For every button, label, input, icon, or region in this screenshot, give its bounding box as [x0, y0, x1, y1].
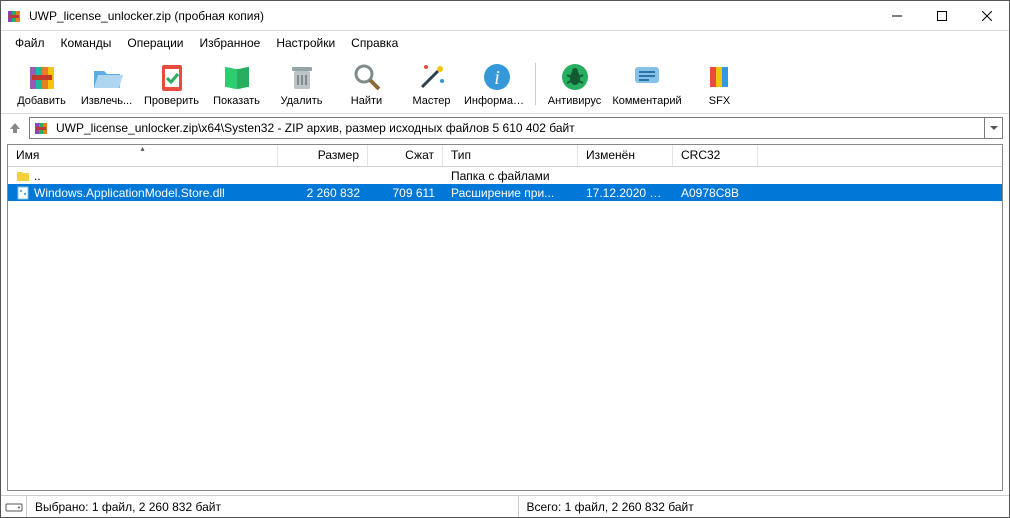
- menu-file[interactable]: Файл: [7, 33, 53, 53]
- status-total: Всего: 1 файл, 2 260 832 байт: [519, 496, 1010, 517]
- parent-folder-row[interactable]: .. Папка с файлами: [8, 167, 1002, 184]
- view-button[interactable]: Показать: [204, 59, 269, 109]
- delete-label: Удалить: [281, 95, 323, 107]
- toolbar-separator: [535, 63, 536, 105]
- add-button[interactable]: Добавить: [9, 59, 74, 109]
- archive-icon: [34, 120, 50, 136]
- info-label: Информация: [464, 95, 529, 107]
- folder-open-icon: [91, 61, 123, 93]
- path-input[interactable]: [54, 120, 980, 136]
- comment-icon: [631, 61, 663, 93]
- extract-button[interactable]: Извлечь...: [74, 59, 139, 109]
- window-controls: [874, 1, 1009, 30]
- minimize-button[interactable]: [874, 1, 919, 30]
- close-button[interactable]: [964, 1, 1009, 30]
- sfx-button[interactable]: SFX: [687, 59, 752, 109]
- books-icon: [26, 61, 58, 93]
- up-button[interactable]: [7, 120, 23, 136]
- wand-icon: [416, 61, 448, 93]
- listview-body: .. Папка с файлами Windows.ApplicationMo…: [8, 167, 1002, 490]
- test-label: Проверить: [144, 95, 199, 107]
- bug-icon: [559, 61, 591, 93]
- file-modified: 17.12.2020 20:08: [578, 186, 673, 200]
- extract-label: Извлечь...: [81, 95, 132, 107]
- clipboard-check-icon: [156, 61, 188, 93]
- col-crc[interactable]: CRC32: [673, 145, 758, 166]
- menubar: Файл Команды Операции Избранное Настройк…: [1, 31, 1009, 55]
- file-packed: 709 611: [368, 186, 443, 200]
- parent-folder-type: Папка с файлами: [443, 169, 578, 183]
- menu-help[interactable]: Справка: [343, 33, 406, 53]
- info-icon: i: [481, 61, 513, 93]
- search-icon: [351, 61, 383, 93]
- menu-settings[interactable]: Настройки: [268, 33, 343, 53]
- book-open-icon: [221, 61, 253, 93]
- info-button[interactable]: i Информация: [464, 59, 529, 109]
- col-packed[interactable]: Сжат: [368, 145, 443, 166]
- window-title: UWP_license_unlocker.zip (пробная копия): [29, 9, 874, 23]
- maximize-button[interactable]: [919, 1, 964, 30]
- status-drive-icon[interactable]: [1, 496, 27, 517]
- wizard-label: Мастер: [412, 95, 450, 107]
- menu-commands[interactable]: Команды: [53, 33, 120, 53]
- titlebar: UWP_license_unlocker.zip (пробная копия): [1, 1, 1009, 31]
- toolbar: Добавить Извлечь... Проверить Показать У…: [1, 55, 1009, 114]
- sfx-label: SFX: [709, 95, 730, 107]
- col-type[interactable]: Тип: [443, 145, 578, 166]
- find-label: Найти: [351, 95, 382, 107]
- file-type: Расширение при...: [443, 186, 578, 200]
- dll-file-icon: [16, 186, 30, 200]
- file-crc: A0978C8B: [673, 186, 758, 200]
- app-window: UWP_license_unlocker.zip (пробная копия)…: [0, 0, 1010, 518]
- col-modified[interactable]: Изменён: [578, 145, 673, 166]
- svg-text:i: i: [494, 67, 500, 89]
- file-listview: Имя Размер Сжат Тип Изменён CRC32 .. Пап…: [7, 144, 1003, 491]
- sfx-books-icon: [704, 61, 736, 93]
- find-button[interactable]: Найти: [334, 59, 399, 109]
- test-button[interactable]: Проверить: [139, 59, 204, 109]
- listview-header: Имя Размер Сжат Тип Изменён CRC32: [8, 145, 1002, 167]
- col-size[interactable]: Размер: [278, 145, 368, 166]
- status-selected: Выбрано: 1 файл, 2 260 832 байт: [27, 496, 519, 517]
- antivirus-button[interactable]: Антивирус: [542, 59, 607, 109]
- file-name: Windows.ApplicationModel.Store.dll: [34, 186, 225, 200]
- add-label: Добавить: [17, 95, 66, 107]
- folder-icon: [16, 169, 30, 183]
- parent-folder-name: ..: [34, 169, 41, 183]
- view-label: Показать: [213, 95, 260, 107]
- trash-icon: [286, 61, 318, 93]
- path-bar: [1, 114, 1009, 142]
- file-size: 2 260 832: [278, 186, 368, 200]
- comment-button[interactable]: Комментарий: [607, 59, 687, 109]
- path-field[interactable]: [29, 117, 985, 139]
- path-dropdown-button[interactable]: [985, 117, 1003, 139]
- file-row[interactable]: Windows.ApplicationModel.Store.dll 2 260…: [8, 184, 1002, 201]
- menu-operations[interactable]: Операции: [119, 33, 191, 53]
- wizard-button[interactable]: Мастер: [399, 59, 464, 109]
- menu-favorites[interactable]: Избранное: [192, 33, 269, 53]
- antivirus-label: Антивирус: [548, 95, 601, 107]
- comment-label: Комментарий: [612, 95, 681, 107]
- delete-button[interactable]: Удалить: [269, 59, 334, 109]
- statusbar: Выбрано: 1 файл, 2 260 832 байт Всего: 1…: [1, 495, 1009, 517]
- app-icon: [7, 8, 23, 24]
- col-name[interactable]: Имя: [8, 145, 278, 166]
